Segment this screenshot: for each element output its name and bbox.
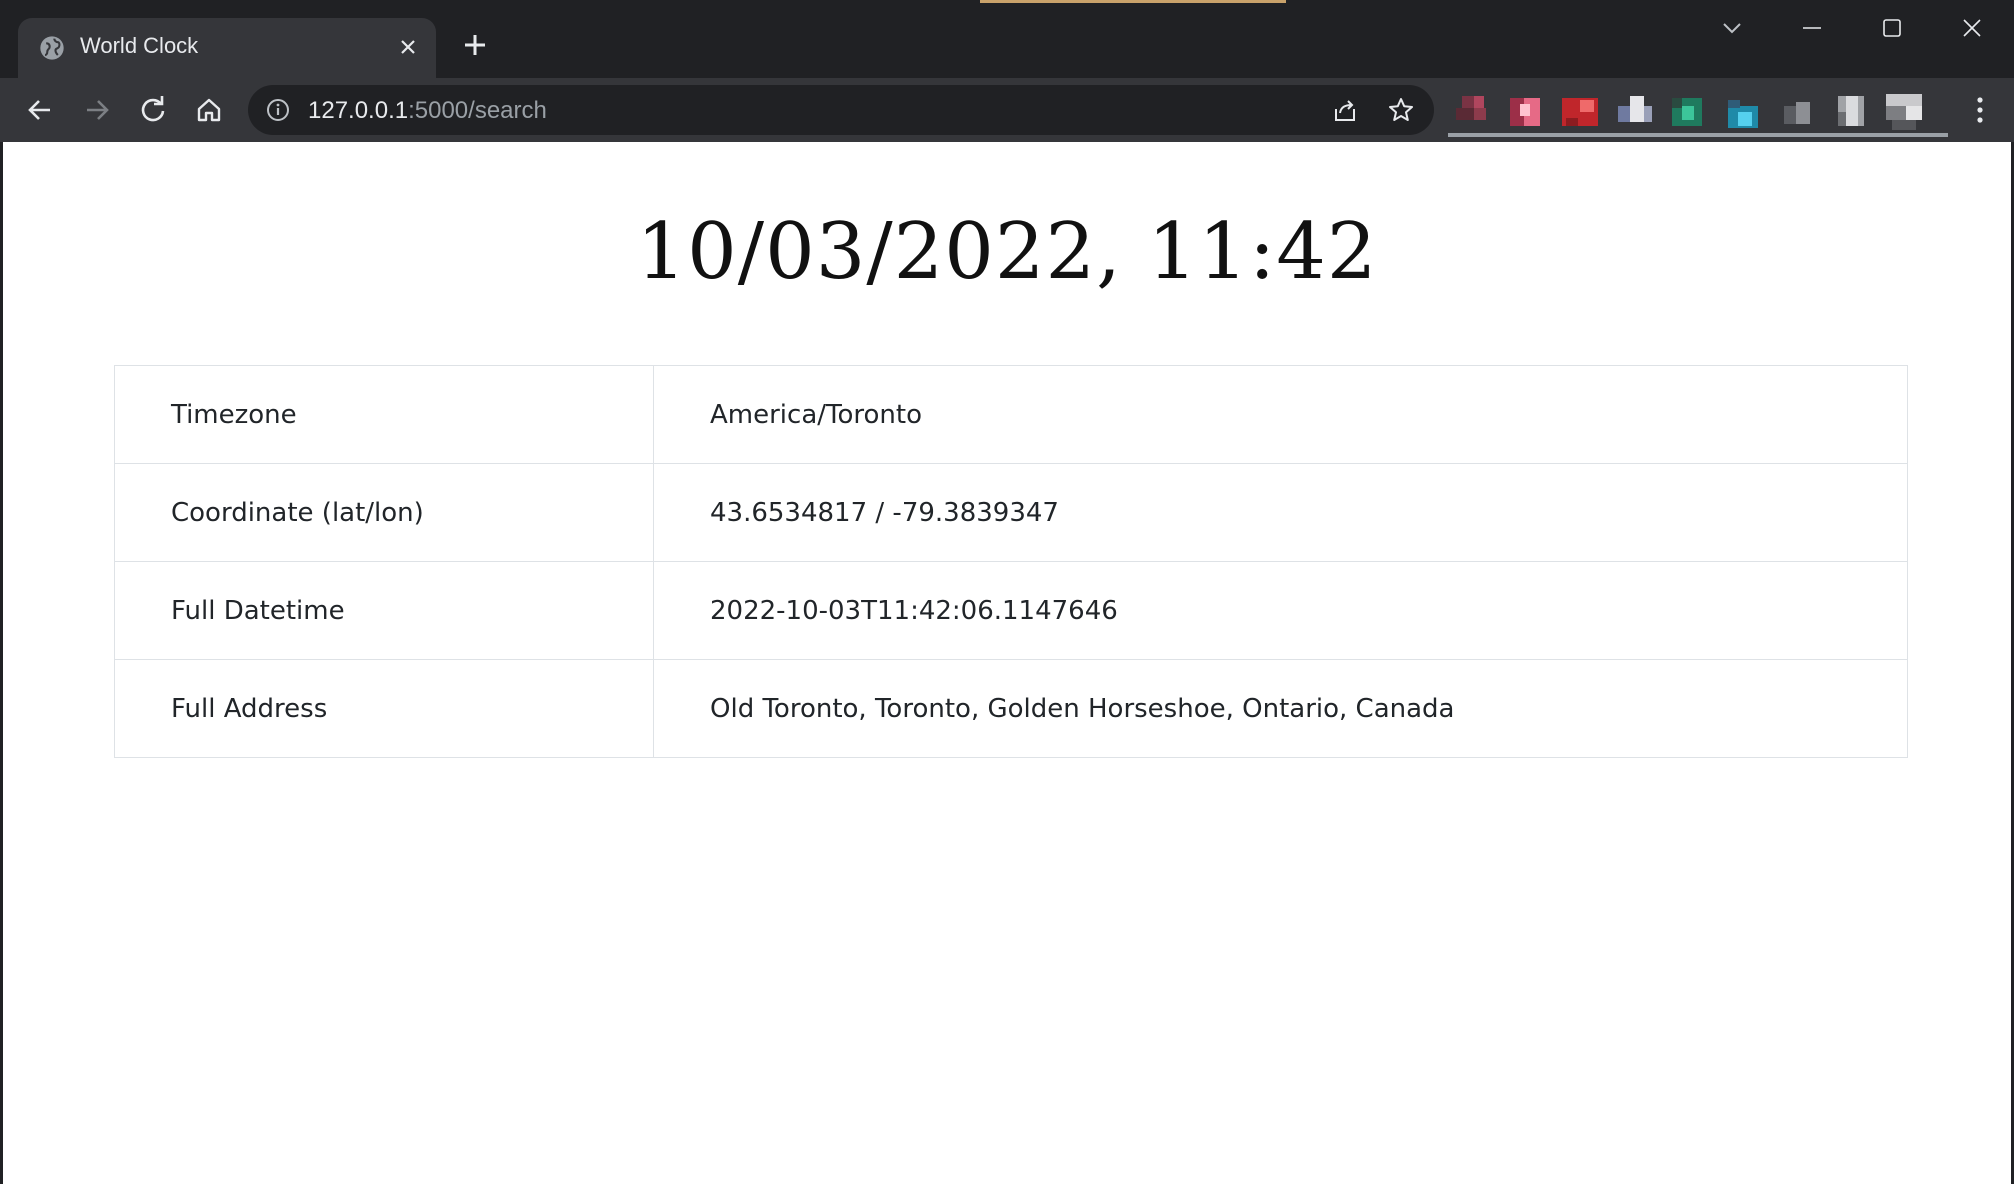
url-text[interactable]: 127.0.0.1:5000/search: [308, 97, 547, 125]
extension-icon[interactable]: [1560, 92, 1600, 132]
kebab-menu-icon[interactable]: [1960, 90, 2000, 130]
tab-title: World Clock: [80, 33, 199, 58]
current-datetime-heading: 10/03/2022, 11:42: [636, 207, 1378, 297]
location-info-table: Timezone America/Toronto Coordinate (lat…: [114, 365, 1908, 758]
home-icon[interactable]: [189, 90, 229, 130]
plus-icon[interactable]: [458, 28, 492, 62]
row-label: Full Address: [114, 659, 654, 758]
tab-search-icon[interactable]: [1704, 10, 1760, 46]
extension-icon[interactable]: [1506, 92, 1546, 132]
extension-icon[interactable]: [1614, 92, 1654, 132]
window-edge-highlight: [980, 0, 1286, 3]
info-icon[interactable]: [266, 98, 290, 122]
share-icon[interactable]: [1328, 93, 1362, 127]
minimize-icon[interactable]: [1784, 10, 1840, 46]
extensions-area: [1448, 84, 1948, 137]
extension-icon[interactable]: [1778, 92, 1818, 132]
row-value: 2022-10-03T11:42:06.1147646: [653, 561, 1908, 660]
row-label: Full Datetime: [114, 561, 654, 660]
reload-icon[interactable]: [133, 90, 173, 130]
globe-icon: [40, 36, 64, 60]
row-value: America/Toronto: [653, 365, 1908, 464]
row-label: Timezone: [114, 365, 654, 464]
table-row: Full Address Old Toronto, Toronto, Golde…: [114, 659, 1908, 758]
row-value: Old Toronto, Toronto, Golden Horseshoe, …: [653, 659, 1908, 758]
table-row: Timezone America/Toronto: [114, 365, 1908, 464]
maximize-icon[interactable]: [1864, 10, 1920, 46]
forward-arrow-icon[interactable]: [77, 90, 117, 130]
extension-icon[interactable]: [1832, 92, 1872, 132]
bookmark-star-icon[interactable]: [1384, 93, 1418, 127]
browser-tab[interactable]: World Clock: [18, 18, 436, 78]
row-label: Coordinate (lat/lon): [114, 463, 654, 562]
back-arrow-icon[interactable]: [20, 90, 60, 130]
table-row: Full Datetime 2022-10-03T11:42:06.114764…: [114, 561, 1908, 660]
close-icon[interactable]: [1944, 10, 2000, 46]
table-row: Coordinate (lat/lon) 43.6534817 / -79.38…: [114, 463, 1908, 562]
url-host: 127.0.0.1: [308, 97, 409, 124]
extensions-divider: [1448, 133, 1948, 137]
extension-icon[interactable]: [1452, 92, 1492, 132]
extension-icon[interactable]: [1724, 92, 1764, 132]
browser-titlebar: World Clock: [0, 0, 2014, 78]
url-path: :5000/search: [408, 97, 547, 124]
extension-icon[interactable]: [1884, 92, 1924, 132]
extension-icon[interactable]: [1668, 92, 1708, 132]
row-value: 43.6534817 / -79.3839347: [653, 463, 1908, 562]
close-icon[interactable]: [394, 33, 422, 61]
browser-toolbar: 127.0.0.1:5000/search: [0, 78, 2014, 142]
address-bar[interactable]: 127.0.0.1:5000/search: [248, 85, 1434, 135]
page-content: 10/03/2022, 11:42 Timezone America/Toron…: [3, 142, 2011, 1184]
